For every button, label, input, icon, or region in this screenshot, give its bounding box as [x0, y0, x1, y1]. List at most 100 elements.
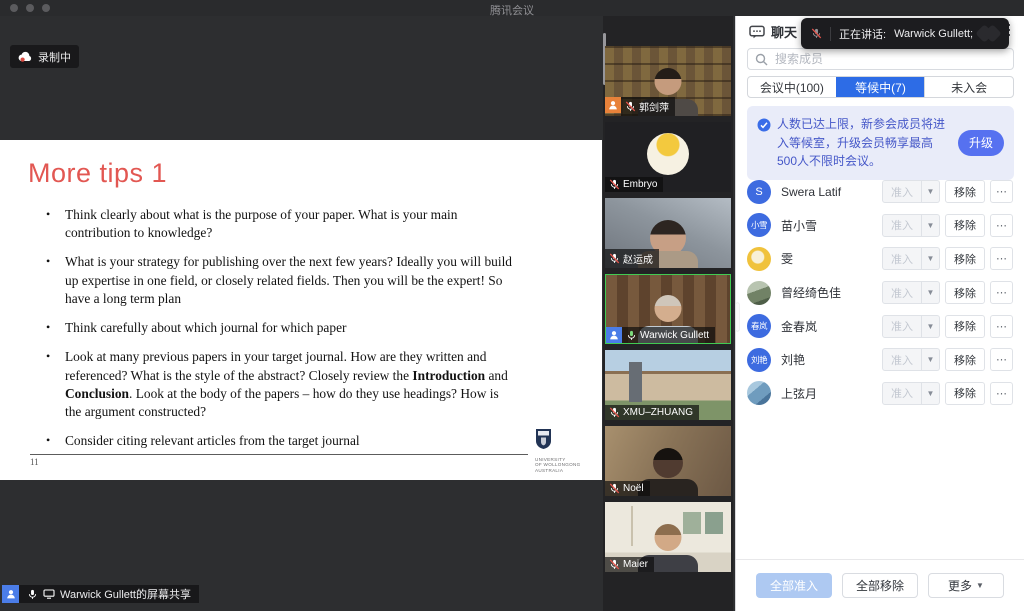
participant-name-badge: 郭剑萍 — [621, 97, 675, 116]
video-tile[interactable]: Warwick Gullett — [605, 274, 731, 344]
slide-bullet: Consider citing relevant articles from t… — [44, 432, 512, 450]
remove-button[interactable]: 移除 — [945, 281, 985, 304]
admit-dropdown-arrow[interactable]: ▼ — [922, 180, 940, 203]
slide-title: More tips 1 — [28, 158, 167, 189]
row-more-button[interactable]: ⋯ — [990, 180, 1013, 203]
participant-name: Maier — [623, 559, 648, 570]
member-filter-tab[interactable]: 会议中(100) — [748, 77, 836, 97]
member-filter-tab[interactable]: 未入会 — [924, 77, 1013, 97]
tile-name-bar: XMU–ZHUANG — [605, 405, 699, 420]
video-tile[interactable]: XMU–ZHUANG — [605, 350, 731, 420]
recording-badge: 录制中 — [10, 45, 79, 68]
admit-dropdown-arrow[interactable]: ▼ — [922, 382, 940, 405]
remove-button[interactable]: 移除 — [945, 214, 985, 237]
mic-muted-icon — [811, 28, 822, 39]
row-more-button[interactable]: ⋯ — [990, 281, 1013, 304]
admit-button[interactable]: 准入 — [882, 382, 922, 405]
member-row: 刘艳刘艳准入▼移除⋯ — [736, 343, 1024, 377]
admit-button[interactable]: 准入 — [882, 214, 922, 237]
university-logo-text: UNIVERSITY OF WOLLONGONG AUSTRALIA — [535, 457, 585, 473]
admit-all-button[interactable]: 全部准入 — [756, 573, 832, 598]
video-tile[interactable]: Maier — [605, 502, 731, 572]
admit-button[interactable]: 准入 — [882, 281, 922, 304]
admit-button[interactable]: 准入 — [882, 180, 922, 203]
participant-name: Embryo — [623, 179, 657, 190]
admit-dropdown-arrow[interactable]: ▼ — [922, 348, 940, 371]
row-more-button[interactable]: ⋯ — [990, 348, 1013, 371]
mic-muted-icon — [609, 559, 620, 570]
row-more-button[interactable]: ⋯ — [990, 214, 1013, 237]
university-logo: UNIVERSITY OF WOLLONGONG AUSTRALIA — [535, 428, 585, 473]
waiting-member-list: SSwera Latif准入▼移除⋯小雪苗小雪准入▼移除⋯雯准入▼移除⋯曾经绮色… — [736, 175, 1024, 410]
video-tile[interactable]: Noël — [605, 426, 731, 496]
panel-footer: 全部准入 全部移除 更多 ▼ — [736, 559, 1024, 611]
members-chat-panel: 聊天 正在讲话: Warwick Gullett; 会议中(100)等候中(7)… — [735, 15, 1024, 611]
video-tile[interactable]: 赵运成 — [605, 198, 731, 268]
tile-name-bar: Warwick Gullett — [606, 327, 715, 343]
admit-button[interactable]: 准入 — [882, 247, 922, 270]
admit-split-button: 准入▼ — [882, 348, 940, 371]
admit-button[interactable]: 准入 — [882, 315, 922, 338]
participant-name-badge: XMU–ZHUANG — [605, 405, 699, 420]
slide-footer-rule — [30, 454, 528, 455]
member-avatar — [747, 281, 771, 305]
screen-share-banner: Warwick Gullett的屏幕共享 — [2, 585, 199, 603]
chat-tab-label: 聊天 — [771, 22, 797, 41]
row-more-button[interactable]: ⋯ — [990, 315, 1013, 338]
tile-name-bar: 赵运成 — [605, 249, 659, 268]
remove-button[interactable]: 移除 — [945, 247, 985, 270]
remove-button[interactable]: 移除 — [945, 315, 985, 338]
admit-dropdown-arrow[interactable]: ▼ — [922, 315, 940, 338]
tile-name-bar: Maier — [605, 557, 654, 572]
member-name: 金春岚 — [781, 318, 882, 335]
member-name: 苗小雪 — [781, 217, 882, 234]
admit-button[interactable]: 准入 — [882, 348, 922, 371]
remove-button[interactable]: 移除 — [945, 348, 985, 371]
admit-dropdown-arrow[interactable]: ▼ — [922, 214, 940, 237]
upgrade-button[interactable]: 升级 — [958, 130, 1004, 156]
member-filter-tab[interactable]: 等候中(7) — [836, 77, 925, 97]
remove-button[interactable]: 移除 — [945, 180, 985, 203]
participant-name-badge: Maier — [605, 557, 654, 572]
row-more-button[interactable]: ⋯ — [990, 247, 1013, 270]
more-actions-button[interactable]: 更多 ▼ — [928, 573, 1004, 598]
person-icon — [609, 330, 619, 340]
participant-name-badge: Embryo — [605, 177, 663, 192]
member-row: 上弦月准入▼移除⋯ — [736, 377, 1024, 411]
member-row-actions: 准入▼移除⋯ — [882, 382, 1013, 405]
mic-active-icon — [626, 330, 637, 341]
mic-muted-icon — [609, 483, 620, 494]
remove-button[interactable]: 移除 — [945, 382, 985, 405]
remove-all-button[interactable]: 全部移除 — [842, 573, 918, 598]
recording-label: 录制中 — [38, 49, 71, 65]
speaker-avatars — [983, 27, 999, 40]
mic-icon — [27, 589, 38, 600]
tab-chat[interactable]: 聊天 — [749, 22, 797, 41]
participant-avatar — [647, 133, 689, 175]
participant-name-badge: Warwick Gullett — [622, 327, 715, 343]
cloud-record-icon — [18, 51, 33, 62]
member-row-actions: 准入▼移除⋯ — [882, 180, 1013, 203]
member-search-box — [747, 48, 1014, 70]
video-tile[interactable]: Embryo — [605, 122, 731, 192]
member-name: 刘艳 — [781, 351, 882, 368]
admit-split-button: 准入▼ — [882, 214, 940, 237]
member-filter-tabs: 会议中(100)等候中(7)未入会 — [747, 76, 1014, 98]
search-members-input[interactable] — [773, 51, 1006, 67]
slide-bullet: Think carefully about which journal for … — [44, 319, 512, 337]
slide-bullet-list: Think clearly about what is the purpose … — [44, 206, 512, 461]
person-icon — [608, 100, 618, 110]
presentation-slide: More tips 1 Think clearly about what is … — [0, 140, 602, 480]
admit-dropdown-arrow[interactable]: ▼ — [922, 281, 940, 304]
row-more-button[interactable]: ⋯ — [990, 382, 1013, 405]
admit-split-button: 准入▼ — [882, 247, 940, 270]
member-row-actions: 准入▼移除⋯ — [882, 348, 1013, 371]
video-tile[interactable]: 郭剑萍 — [605, 46, 731, 116]
admit-dropdown-arrow[interactable]: ▼ — [922, 247, 940, 270]
member-row-actions: 准入▼移除⋯ — [882, 214, 1013, 237]
capacity-notice-text: 人数已达上限，新参会成员将进入等候室，升级会员畅享最高500人不限时会议。 — [777, 115, 952, 171]
member-name: 雯 — [781, 250, 882, 267]
member-row: 小雪苗小雪准入▼移除⋯ — [736, 209, 1024, 243]
window-titlebar: 腾讯会议 — [0, 0, 1024, 16]
member-avatar — [747, 381, 771, 405]
